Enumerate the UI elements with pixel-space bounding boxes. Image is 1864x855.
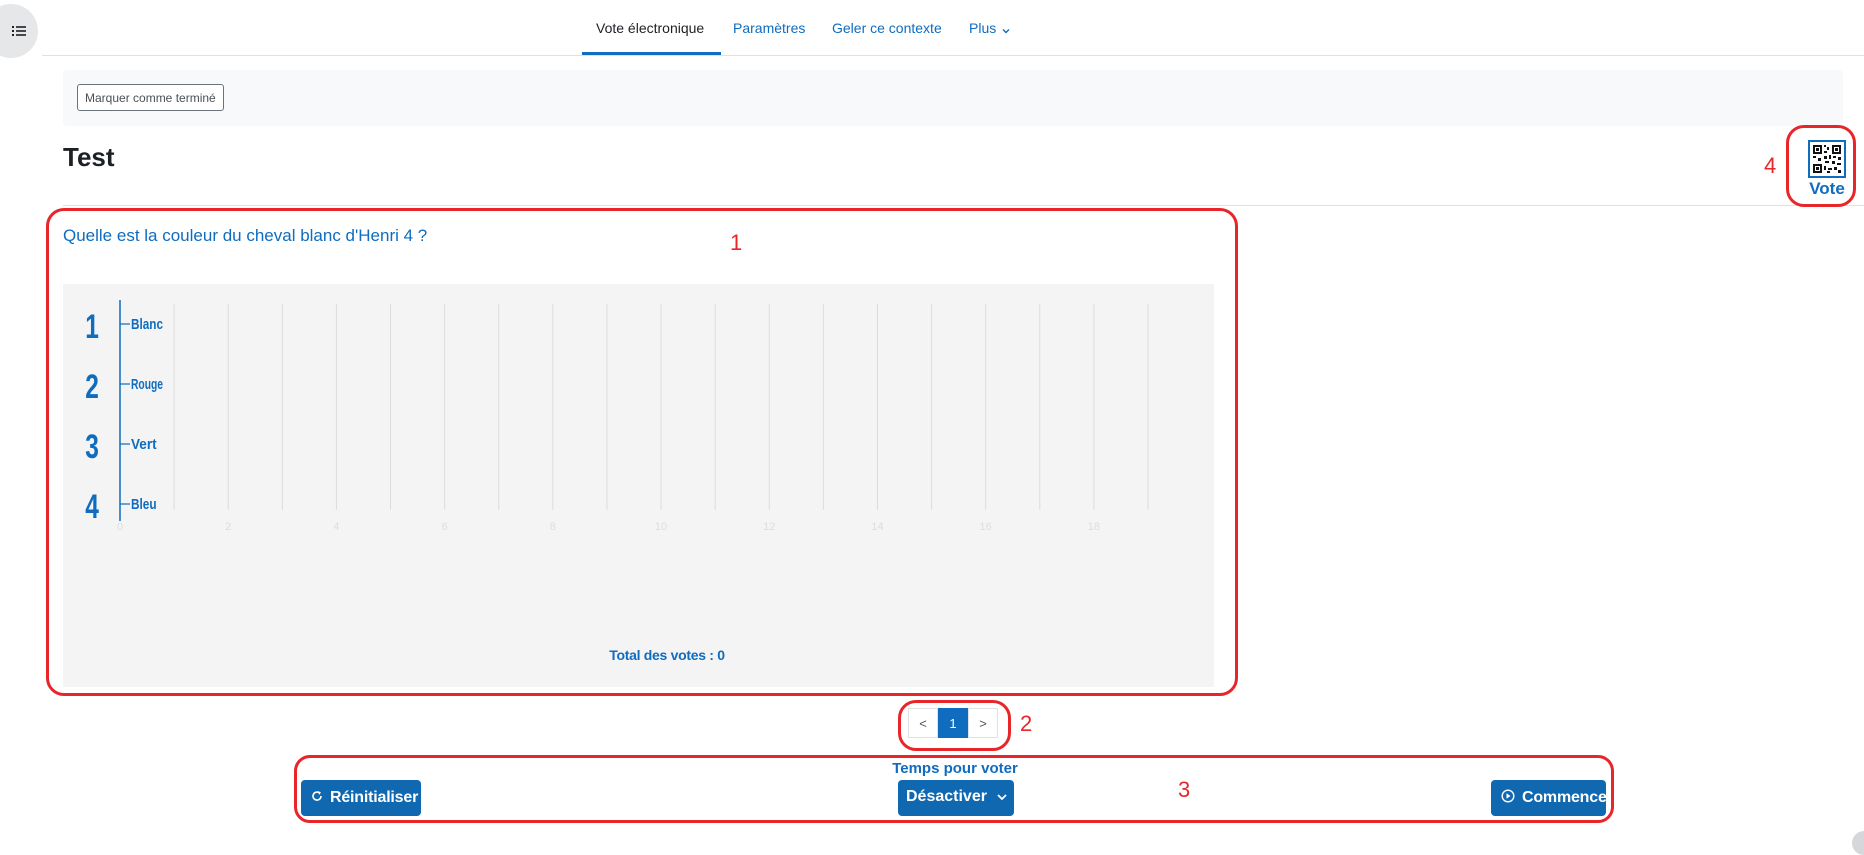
annotation-box-4 — [1786, 125, 1856, 207]
annotation-box-3 — [294, 755, 1614, 823]
list-icon — [12, 25, 26, 37]
annotation-number-2: 2 — [1020, 711, 1033, 736]
drawer-toggle-button[interactable] — [0, 4, 38, 58]
annotation-number-4: 4 — [1764, 153, 1777, 178]
tab-vote-electronique[interactable]: Vote électronique — [596, 20, 704, 36]
activity-completion-bar: Marquer comme terminé — [63, 70, 1843, 126]
annotation-box-2 — [898, 700, 1011, 751]
tab-parametres[interactable]: Paramètres — [733, 20, 805, 36]
tab-geler-ce-contexte[interactable]: Geler ce contexte — [832, 20, 942, 36]
secondary-navigation: Vote électronique Paramètres Geler ce co… — [42, 0, 1864, 56]
mark-as-done-button[interactable]: Marquer comme terminé — [77, 84, 224, 111]
footer-help-button[interactable] — [1852, 831, 1864, 855]
page-title: Test — [63, 142, 115, 172]
divider — [63, 205, 1864, 206]
tab-plus-label: Plus — [969, 20, 997, 36]
annotation-number-1: 1 — [730, 230, 743, 255]
annotation-number-3: 3 — [1178, 777, 1191, 802]
active-tab-indicator — [582, 52, 721, 55]
tab-plus[interactable]: Plus — [969, 20, 1010, 37]
chevron-down-icon — [1002, 21, 1010, 37]
annotation-box-1 — [46, 208, 1238, 696]
